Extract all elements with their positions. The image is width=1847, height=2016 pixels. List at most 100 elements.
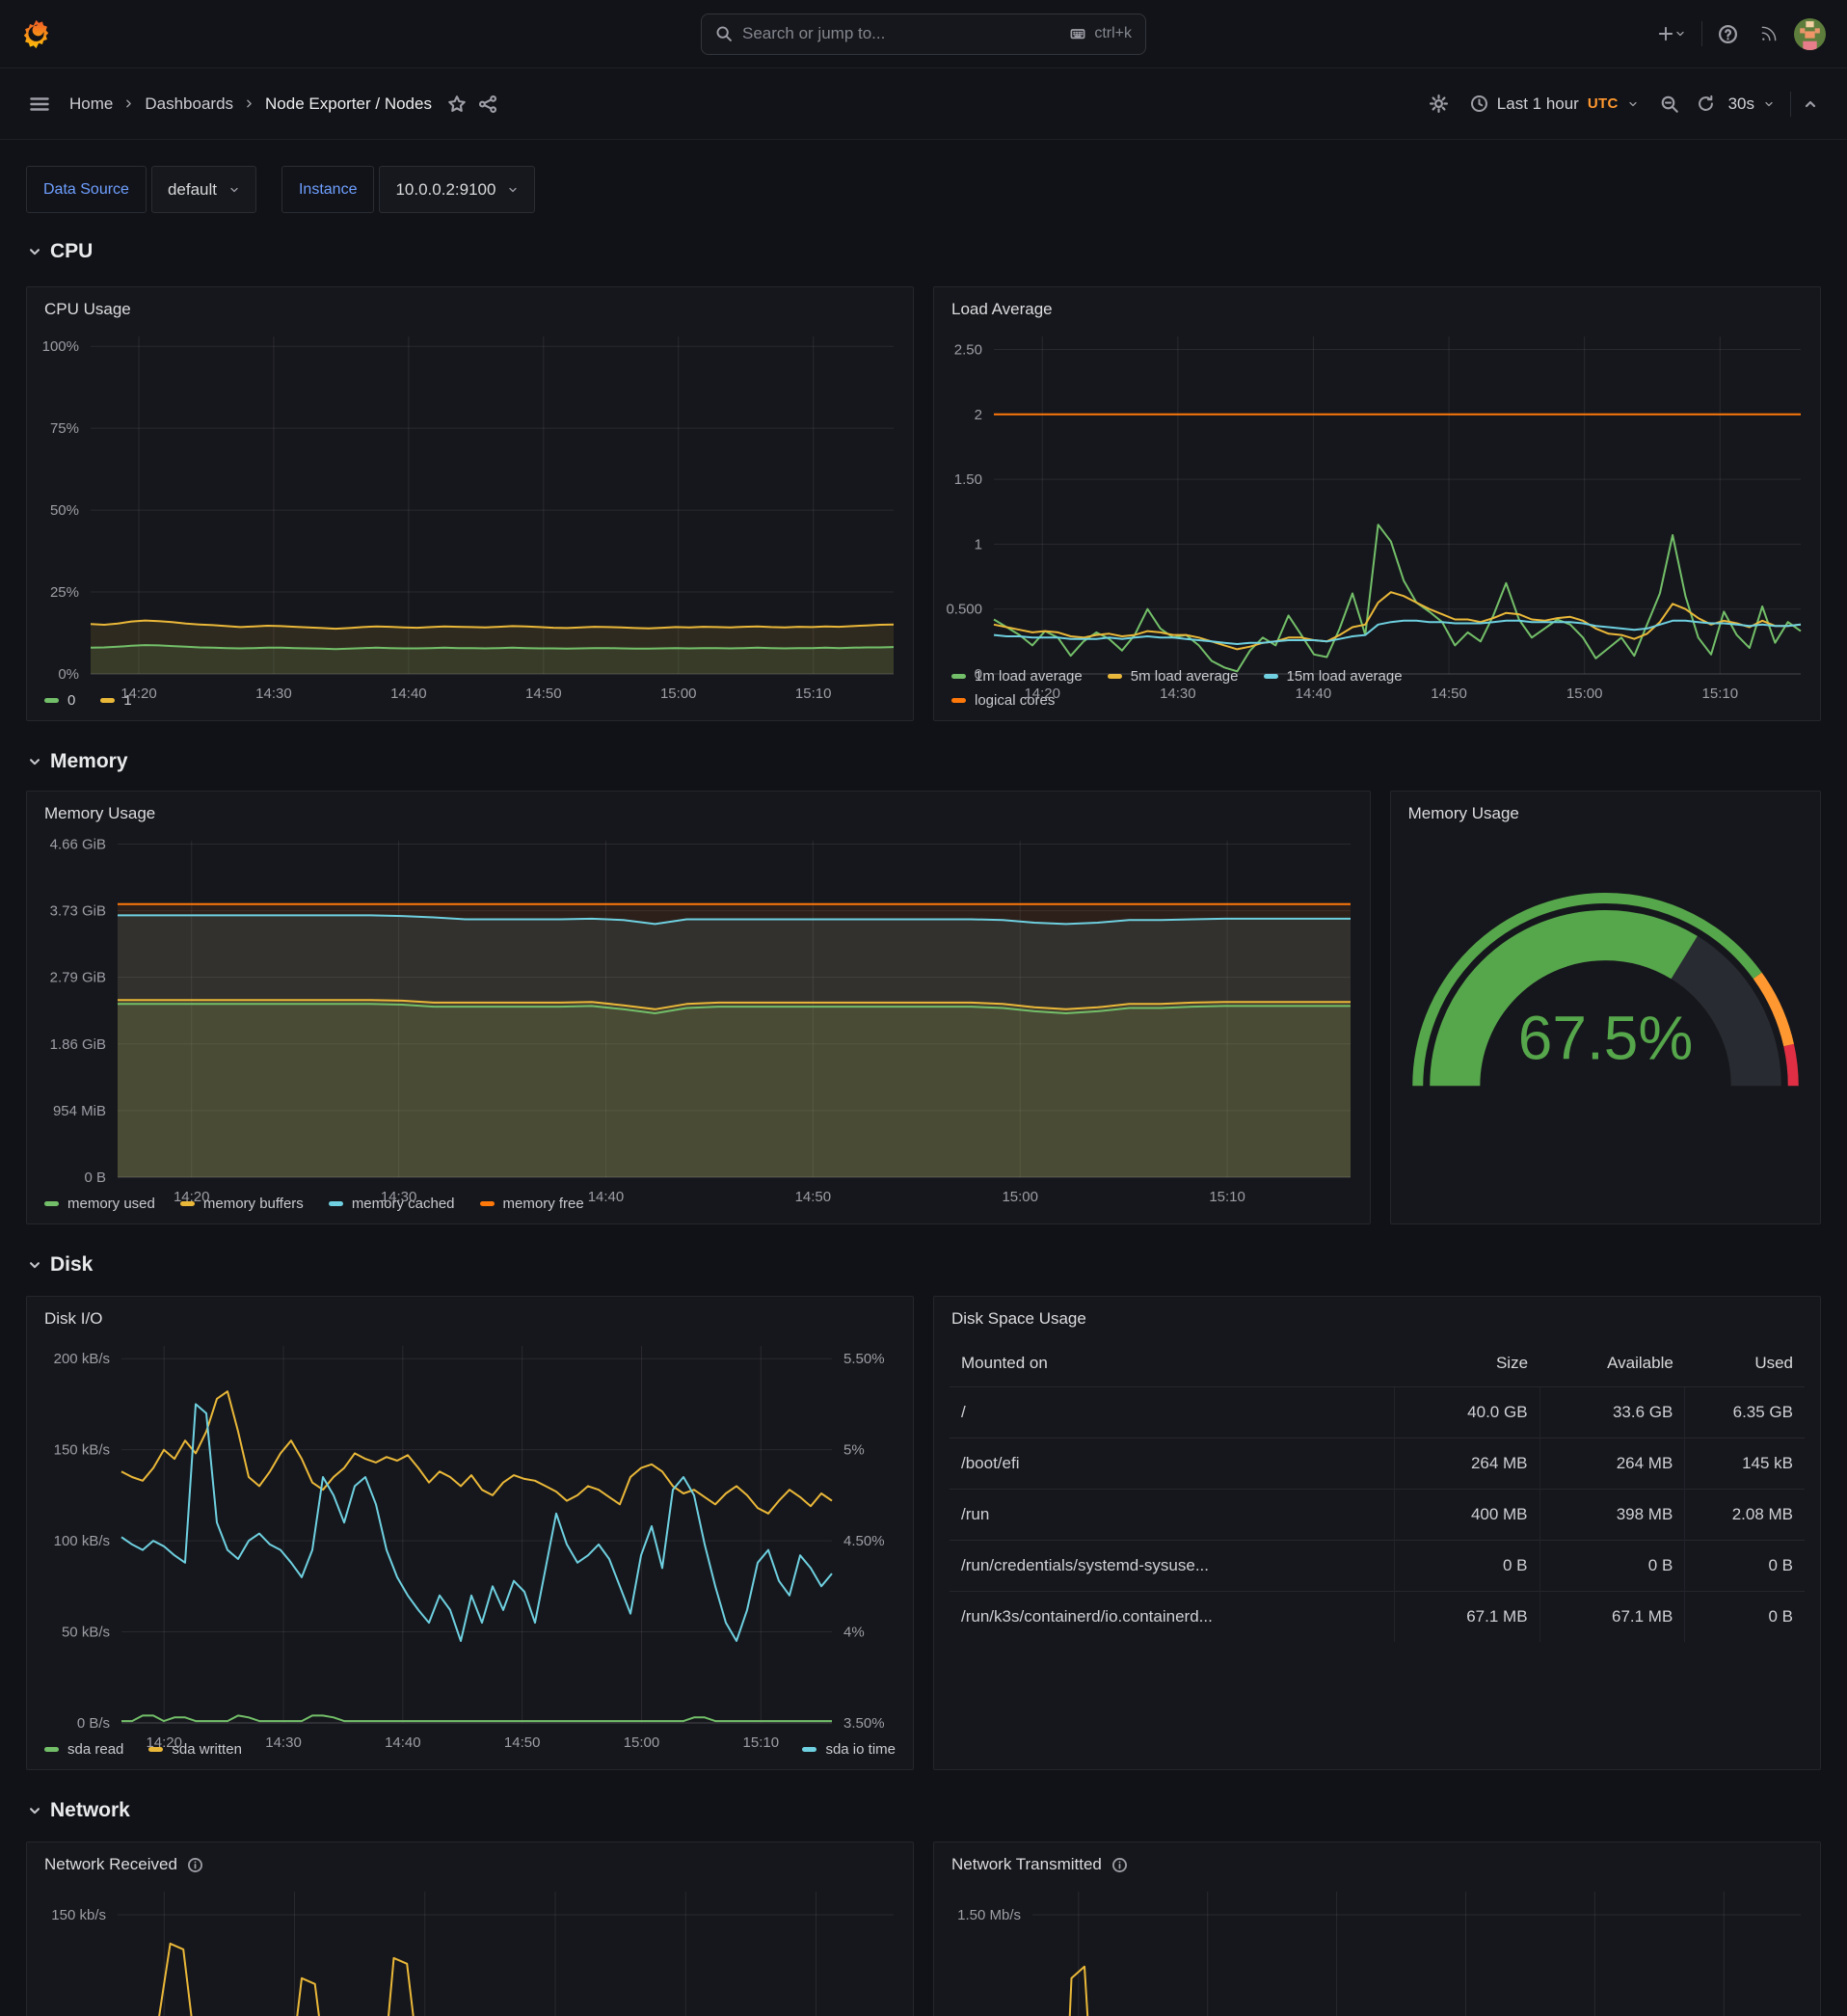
mega-menu-button[interactable] <box>23 88 56 121</box>
series-sda read <box>121 1715 832 1721</box>
svg-text:2.50: 2.50 <box>954 341 982 358</box>
column-header-mounted-on[interactable]: Mounted on <box>950 1340 1394 1387</box>
svg-text:954 MiB: 954 MiB <box>53 1103 106 1119</box>
var-instance-label[interactable]: Instance <box>281 166 374 213</box>
share-button[interactable] <box>472 89 503 120</box>
chevron-right-icon <box>243 97 255 110</box>
memory-gauge[interactable]: 67.5% <box>1391 829 1820 1223</box>
column-header-available[interactable]: Available <box>1539 1340 1685 1387</box>
search-input[interactable] <box>742 24 1058 43</box>
svg-text:1.50 Mb/s: 1.50 Mb/s <box>957 1907 1021 1923</box>
series-sda written <box>121 1391 832 1514</box>
avatar[interactable] <box>1794 18 1826 50</box>
value-cell: 0 B <box>1539 1541 1685 1592</box>
svg-text:1.50: 1.50 <box>954 471 982 488</box>
panel-title[interactable]: Memory Usage <box>1408 804 1519 823</box>
value-cell: 145 kB <box>1685 1438 1805 1490</box>
mount-point-cell: /run/credentials/systemd-sysuse... <box>950 1541 1394 1592</box>
disk-io-chart[interactable]: 0 B/s50 kB/s100 kB/s150 kB/s200 kB/s3.50… <box>27 1334 913 1732</box>
table-row[interactable]: /40.0 GB33.6 GB6.35 GB <box>950 1387 1805 1438</box>
panel-disk-space: Disk Space Usage Mounted onSizeAvailable… <box>933 1296 1821 1770</box>
var-datasource: Data Source default <box>26 166 256 213</box>
panel-title[interactable]: Disk Space Usage <box>951 1309 1086 1329</box>
chart-svg: 0 B954 MiB1.86 GiB2.79 GiB3.73 GiB4.66 G… <box>27 829 1370 1210</box>
var-datasource-current: default <box>168 180 217 200</box>
panel-title[interactable]: Network Received <box>44 1855 177 1874</box>
breadcrumb-current[interactable]: Node Exporter / Nodes <box>265 94 432 114</box>
grafana-logo[interactable] <box>21 18 51 50</box>
mount-point-cell: /run/k3s/containerd/io.containerd... <box>950 1592 1394 1643</box>
svg-text:14:50: 14:50 <box>504 1734 541 1751</box>
chevron-down-icon <box>28 755 41 768</box>
value-cell: 6.35 GB <box>1685 1387 1805 1438</box>
time-range-picker[interactable]: Last 1 hour UTC <box>1460 87 1648 121</box>
svg-text:4.66 GiB: 4.66 GiB <box>50 836 106 852</box>
info-icon[interactable] <box>1111 1857 1128 1873</box>
favorite-button[interactable] <box>442 89 472 120</box>
value-cell: 67.1 MB <box>1539 1592 1685 1643</box>
panel-title[interactable]: Network Transmitted <box>951 1855 1102 1874</box>
chart-svg: 00.50011.5022.5014:2014:3014:4014:5015:0… <box>934 325 1820 707</box>
column-header-size[interactable]: Size <box>1394 1340 1539 1387</box>
column-header-used[interactable]: Used <box>1685 1340 1805 1387</box>
var-instance-value[interactable]: 10.0.0.2:9100 <box>379 166 535 213</box>
value-cell: 0 B <box>1394 1541 1539 1592</box>
cpu-usage-chart[interactable]: 0%25%50%75%100%14:2014:3014:4014:5015:00… <box>27 325 913 683</box>
section-cpu[interactable]: CPU <box>28 240 1821 263</box>
table-row[interactable]: /run400 MB398 MB2.08 MB <box>950 1490 1805 1541</box>
value-cell: 0 B <box>1685 1541 1805 1592</box>
new-menu-button[interactable] <box>1651 19 1692 48</box>
panel-title[interactable]: CPU Usage <box>44 300 131 319</box>
chart-svg: 0 B/s50 kB/s100 kB/s150 kB/s200 kB/s3.50… <box>27 1334 913 1756</box>
panel-disk-io: Disk I/O 0 B/s50 kB/s100 kB/s150 kB/s200… <box>26 1296 914 1770</box>
var-datasource-label[interactable]: Data Source <box>26 166 147 213</box>
section-network[interactable]: Network <box>28 1799 1821 1822</box>
value-cell: 400 MB <box>1394 1490 1539 1541</box>
panel-memory-usage: Memory Usage 0 B954 MiB1.86 GiB2.79 GiB3… <box>26 791 1371 1224</box>
svg-text:100 kB/s: 100 kB/s <box>54 1533 110 1549</box>
svg-text:15:00: 15:00 <box>660 685 697 702</box>
dashboard-toolbar: Home Dashboards Node Exporter / Nodes La… <box>0 68 1847 140</box>
panel-title[interactable]: Disk I/O <box>44 1309 102 1329</box>
chart-svg: 0%25%50%75%100%14:2014:3014:4014:5015:00… <box>27 325 913 707</box>
panel-title[interactable]: Memory Usage <box>44 804 155 823</box>
table-row[interactable]: /boot/efi264 MB264 MB145 kB <box>950 1438 1805 1490</box>
refresh-interval-picker[interactable]: 30s <box>1727 87 1784 121</box>
chevron-down-icon <box>507 184 519 196</box>
breadcrumb-dashboards[interactable]: Dashboards <box>145 94 233 114</box>
section-disk[interactable]: Disk <box>28 1253 1821 1277</box>
value-cell: 2.08 MB <box>1685 1490 1805 1541</box>
chevron-down-icon <box>28 1258 41 1272</box>
zoom-out-button[interactable] <box>1654 89 1685 120</box>
dashboard-settings-button[interactable] <box>1423 88 1455 120</box>
var-datasource-value[interactable]: default <box>151 166 256 213</box>
share-icon <box>478 94 497 114</box>
table-row[interactable]: /run/k3s/containerd/io.containerd... 67.1… <box>950 1592 1805 1643</box>
table-row[interactable]: /run/credentials/systemd-sysuse...0 B0 B… <box>950 1541 1805 1592</box>
help-icon <box>1718 24 1738 44</box>
network-received-chart[interactable]: 0 b/s50 kb/s100 kb/s150 kb/s14:2014:3014… <box>27 1880 913 2016</box>
mount-point-cell: /run <box>950 1490 1394 1541</box>
search-box[interactable]: ctrl+k <box>701 13 1146 55</box>
star-icon <box>447 94 467 114</box>
svg-text:50 kB/s: 50 kB/s <box>62 1625 110 1641</box>
news-button[interactable] <box>1753 18 1784 49</box>
kiosk-toggle-button[interactable] <box>1797 91 1824 118</box>
load-average-chart[interactable]: 00.50011.5022.5014:2014:3014:4014:5015:0… <box>934 325 1820 659</box>
svg-text:1: 1 <box>975 536 982 552</box>
refresh-button[interactable] <box>1691 89 1721 119</box>
info-icon[interactable] <box>187 1857 203 1873</box>
breadcrumb-home[interactable]: Home <box>69 94 113 114</box>
rss-icon <box>1759 24 1779 43</box>
section-memory[interactable]: Memory <box>28 750 1821 773</box>
value-cell: 264 MB <box>1394 1438 1539 1490</box>
panel-title[interactable]: Load Average <box>951 300 1053 319</box>
memory-usage-chart[interactable]: 0 B954 MiB1.86 GiB2.79 GiB3.73 GiB4.66 G… <box>27 829 1370 1186</box>
disk-space-table-wrap: Mounted onSizeAvailableUsed/40.0 GB33.6 … <box>934 1334 1820 1769</box>
help-button[interactable] <box>1712 18 1744 50</box>
network-transmitted-chart[interactable]: 0 b/s500 kb/s1 Mb/s1.50 Mb/s14:2014:3014… <box>934 1880 1820 2016</box>
value-cell: 40.0 GB <box>1394 1387 1539 1438</box>
panel-memory-gauge: Memory Usage 67.5% <box>1390 791 1821 1224</box>
clock-icon <box>1470 94 1488 113</box>
section-memory-title: Memory <box>50 750 128 773</box>
